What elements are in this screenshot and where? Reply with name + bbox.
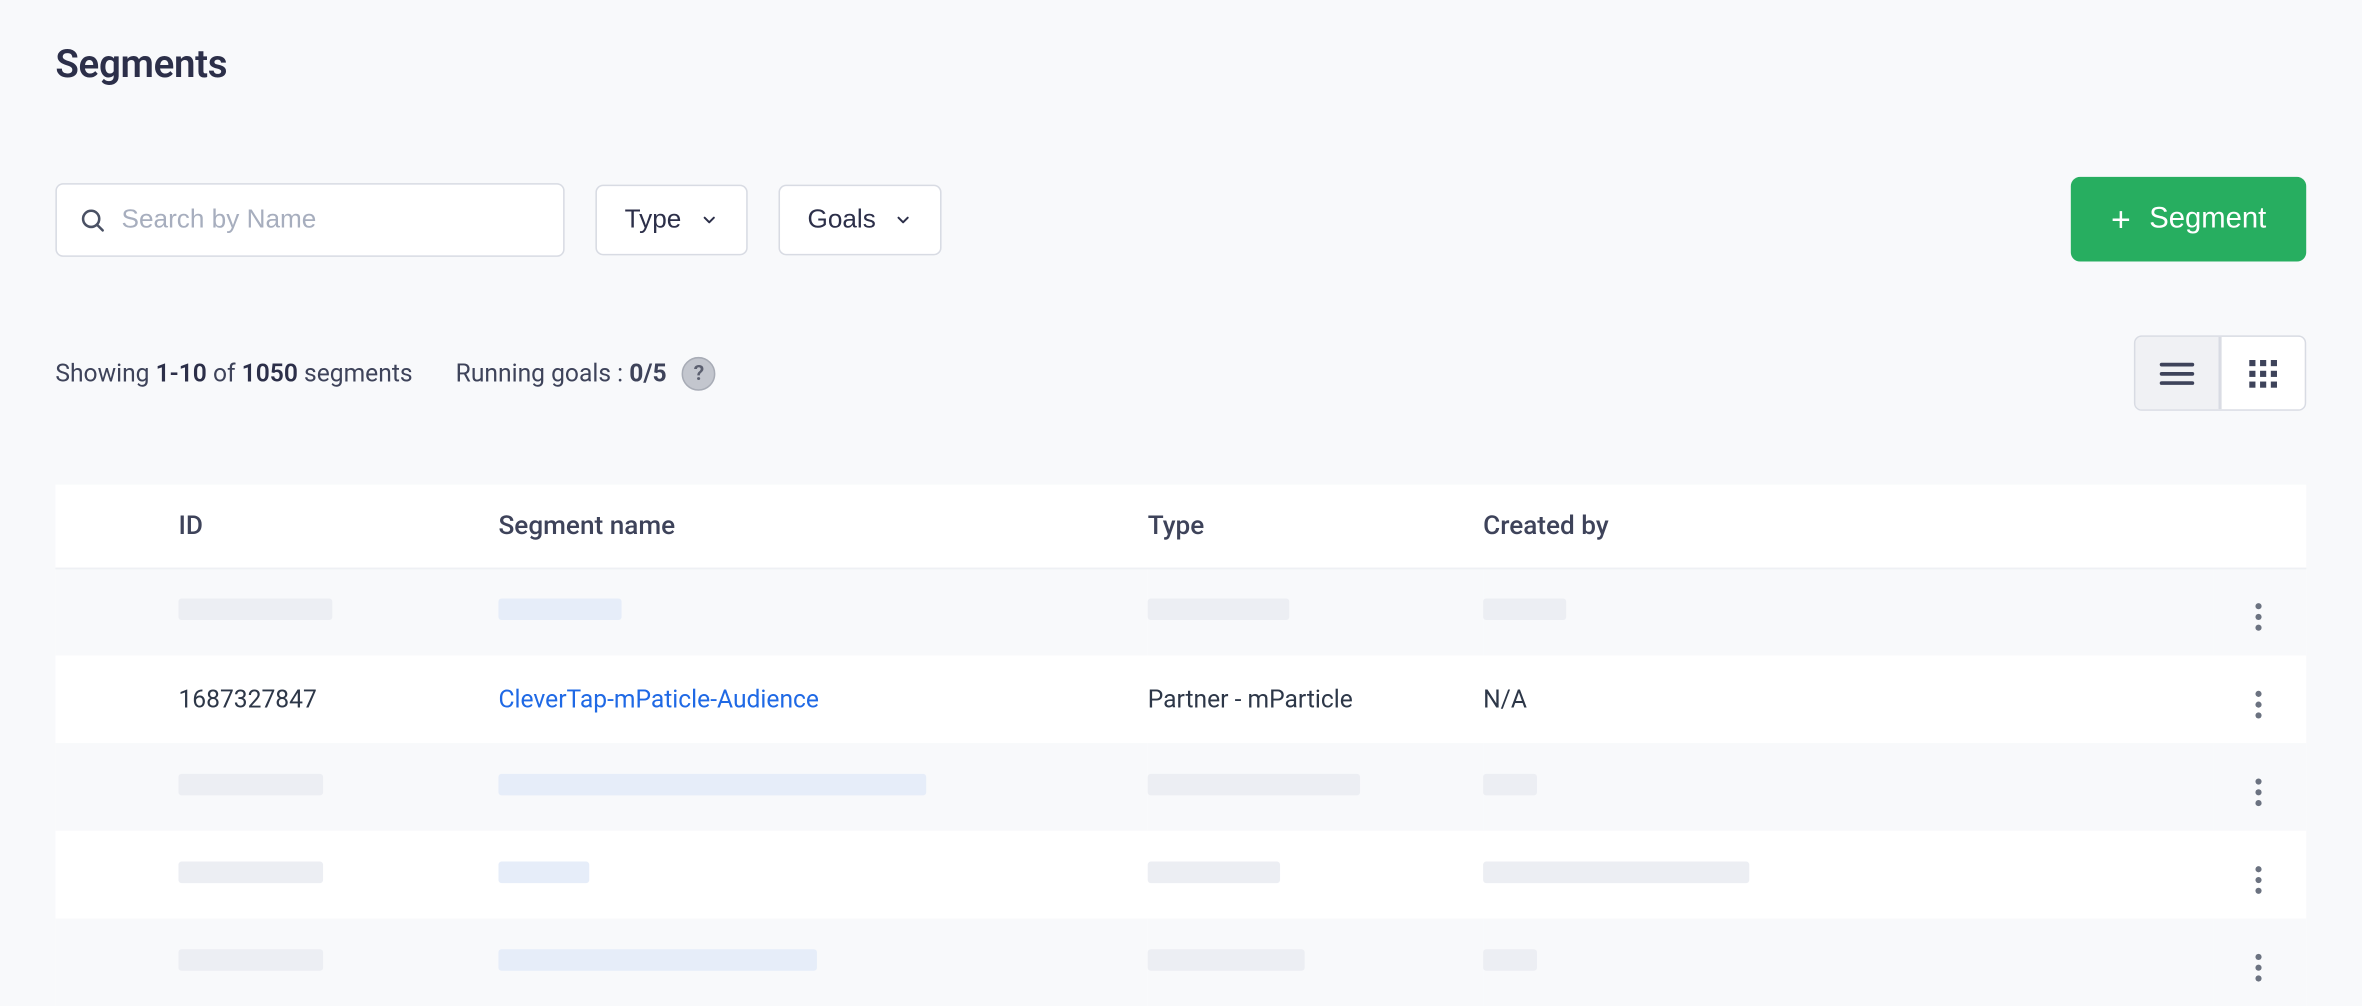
grid-icon bbox=[2248, 358, 2279, 389]
redacted bbox=[498, 599, 621, 621]
redacted bbox=[1148, 599, 1290, 621]
row-actions-button[interactable] bbox=[2239, 772, 2279, 812]
row-actions-button[interactable] bbox=[2239, 597, 2279, 637]
col-id[interactable]: ID bbox=[55, 485, 498, 568]
grid-view-button[interactable] bbox=[2220, 337, 2305, 409]
goals-filter-label: Goals bbox=[807, 204, 875, 235]
type-filter-label: Type bbox=[625, 204, 682, 235]
list-view-button[interactable] bbox=[2135, 337, 2220, 409]
list-icon bbox=[2159, 359, 2196, 387]
row-actions-button[interactable] bbox=[2239, 685, 2279, 725]
chevron-down-icon bbox=[894, 210, 912, 228]
col-type[interactable]: Type bbox=[1148, 485, 1483, 568]
cell-id: 1687327847 bbox=[55, 655, 498, 743]
redacted bbox=[1483, 774, 1537, 796]
table-row[interactable]: 1687327847 CleverTap-mPaticle-Audience P… bbox=[55, 655, 2306, 743]
create-segment-button[interactable]: + Segment bbox=[2071, 177, 2306, 262]
segments-table: ID Segment name Type Created by 16873278… bbox=[55, 485, 2306, 1006]
chevron-down-icon bbox=[700, 210, 718, 228]
controls-row: Type Goals + Segment bbox=[55, 177, 2306, 262]
search-input[interactable] bbox=[122, 204, 542, 235]
search-icon bbox=[78, 205, 106, 233]
status-row: Showing 1-10 of 1050 segments Running go… bbox=[55, 335, 2306, 410]
view-toggle bbox=[2134, 335, 2306, 410]
type-filter[interactable]: Type bbox=[595, 184, 747, 255]
segment-link[interactable]: CleverTap-mPaticle-Audience bbox=[498, 685, 819, 714]
cell-createdby: N/A bbox=[1483, 655, 2214, 743]
help-icon[interactable]: ? bbox=[682, 356, 716, 390]
redacted bbox=[1483, 862, 1749, 884]
table-row[interactable] bbox=[55, 568, 2306, 656]
redacted bbox=[178, 949, 323, 971]
plus-icon: + bbox=[2111, 202, 2131, 236]
page-title: Segments bbox=[55, 43, 2306, 88]
cell-name: CleverTap-mPaticle-Audience bbox=[498, 655, 1147, 743]
table-row[interactable] bbox=[55, 743, 2306, 831]
redacted bbox=[1483, 599, 1566, 621]
redacted bbox=[498, 862, 589, 884]
cell-type: Partner - mParticle bbox=[1148, 655, 1483, 743]
row-actions-button[interactable] bbox=[2239, 860, 2279, 900]
redacted bbox=[1148, 774, 1360, 796]
running-goals: Running goals : 0/5 ? bbox=[456, 356, 716, 390]
table-header-row: ID Segment name Type Created by bbox=[55, 485, 2306, 568]
redacted bbox=[498, 774, 926, 796]
row-actions-button[interactable] bbox=[2239, 948, 2279, 988]
create-segment-label: Segment bbox=[2149, 202, 2266, 236]
search-box[interactable] bbox=[55, 182, 564, 256]
redacted bbox=[178, 774, 323, 796]
table-row[interactable] bbox=[55, 831, 2306, 919]
redacted bbox=[1148, 949, 1305, 971]
redacted bbox=[498, 949, 816, 971]
redacted bbox=[1483, 949, 1537, 971]
redacted bbox=[1148, 862, 1280, 884]
table-row[interactable] bbox=[55, 918, 2306, 1006]
col-name[interactable]: Segment name bbox=[498, 485, 1147, 568]
col-createdby[interactable]: Created by bbox=[1483, 485, 2214, 568]
redacted bbox=[178, 862, 323, 884]
showing-count: Showing 1-10 of 1050 segments bbox=[55, 358, 412, 387]
goals-filter[interactable]: Goals bbox=[778, 184, 942, 255]
redacted bbox=[178, 599, 332, 621]
